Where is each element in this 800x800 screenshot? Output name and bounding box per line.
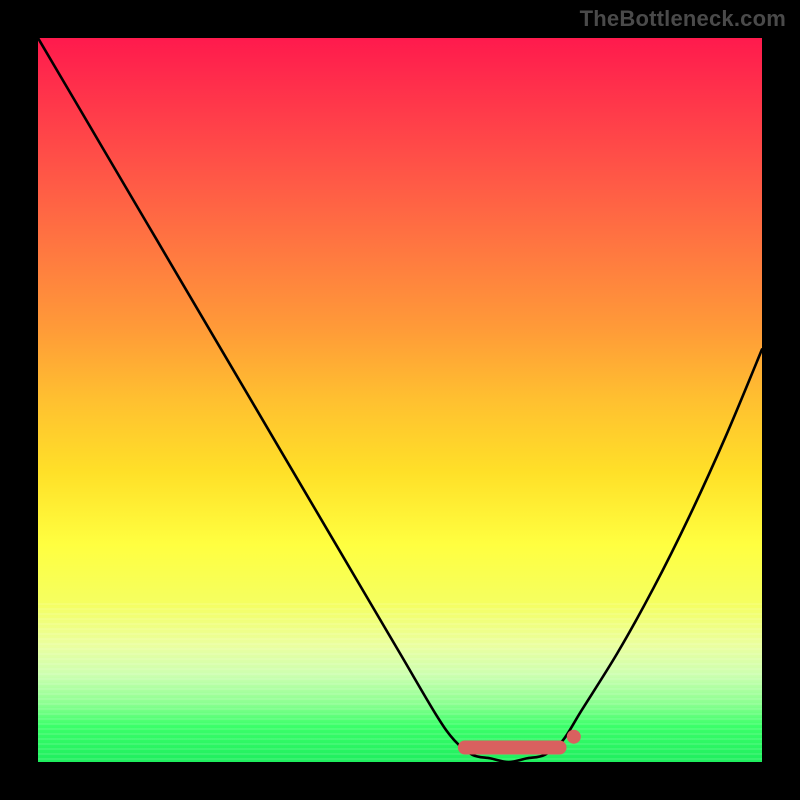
- watermark-text: TheBottleneck.com: [580, 6, 786, 32]
- curve-path: [38, 38, 762, 762]
- bottleneck-curve: [38, 38, 762, 762]
- horizon-band-overlay: [38, 603, 762, 762]
- plot-area: [38, 38, 762, 762]
- optimal-point-marker: [567, 730, 581, 744]
- optimal-band-marker: [458, 741, 567, 755]
- chart-frame: TheBottleneck.com: [0, 0, 800, 800]
